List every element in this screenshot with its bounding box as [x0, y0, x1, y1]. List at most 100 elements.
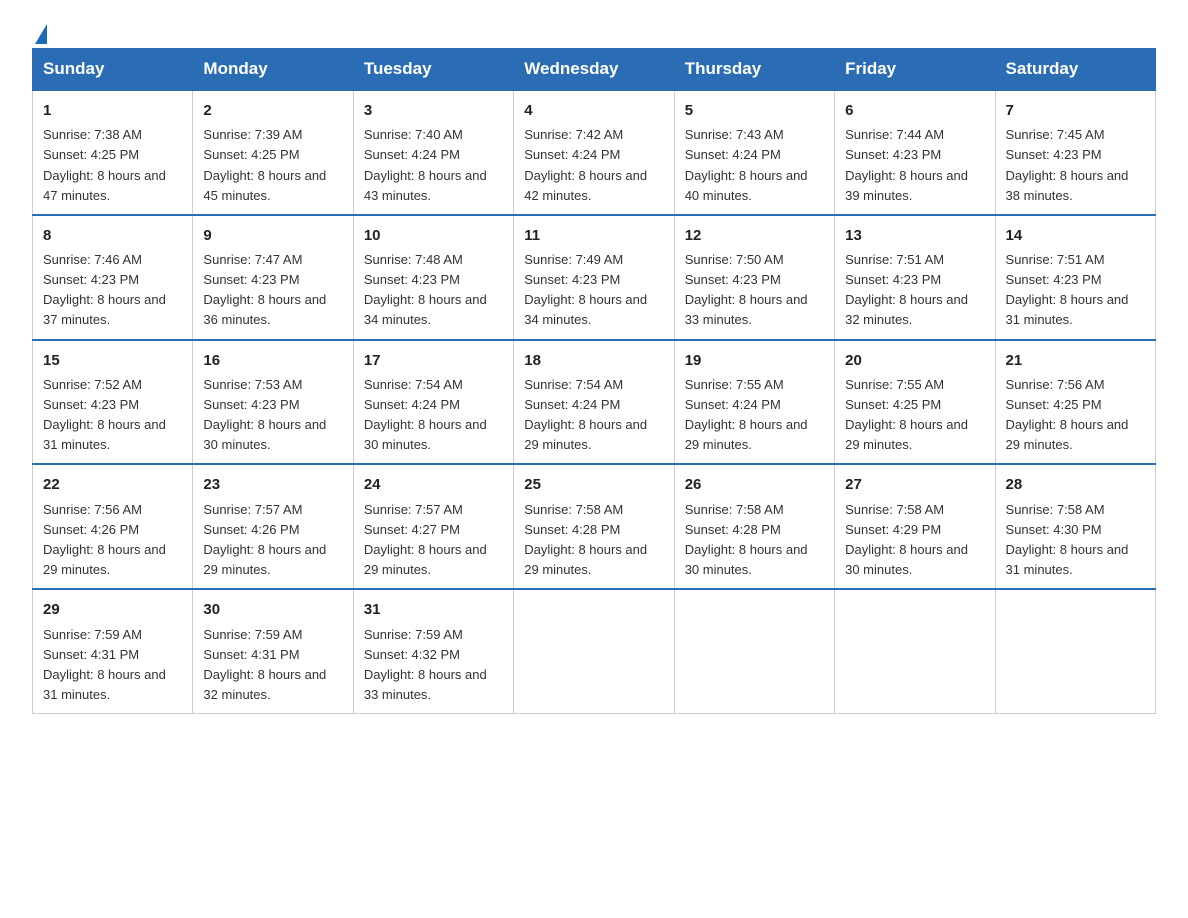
- calendar-header: SundayMondayTuesdayWednesdayThursdayFrid…: [33, 49, 1156, 91]
- sunrise-14: Sunrise: 7:51 AM: [1006, 252, 1105, 267]
- sunrise-11: Sunrise: 7:49 AM: [524, 252, 623, 267]
- day-cell-content-6: 6Sunrise: 7:44 AMSunset: 4:23 PMDaylight…: [845, 99, 984, 206]
- day-number-30: 30: [203, 598, 342, 621]
- daylight-20: Daylight: 8 hours and 29 minutes.: [845, 417, 968, 452]
- sunrise-10: Sunrise: 7:48 AM: [364, 252, 463, 267]
- sunrise-25: Sunrise: 7:58 AM: [524, 502, 623, 517]
- day-cell-content-16: 16Sunrise: 7:53 AMSunset: 4:23 PMDayligh…: [203, 349, 342, 456]
- day-cell-content-14: 14Sunrise: 7:51 AMSunset: 4:23 PMDayligh…: [1006, 224, 1145, 331]
- sunset-15: Sunset: 4:23 PM: [43, 397, 139, 412]
- sunset-21: Sunset: 4:25 PM: [1006, 397, 1102, 412]
- calendar-day-24: 24Sunrise: 7:57 AMSunset: 4:27 PMDayligh…: [353, 464, 513, 589]
- calendar-day-30: 30Sunrise: 7:59 AMSunset: 4:31 PMDayligh…: [193, 589, 353, 713]
- daylight-4: Daylight: 8 hours and 42 minutes.: [524, 168, 647, 203]
- calendar-day-1: 1Sunrise: 7:38 AMSunset: 4:25 PMDaylight…: [33, 90, 193, 215]
- day-number-10: 10: [364, 224, 503, 247]
- day-cell-content-13: 13Sunrise: 7:51 AMSunset: 4:23 PMDayligh…: [845, 224, 984, 331]
- daylight-10: Daylight: 8 hours and 34 minutes.: [364, 292, 487, 327]
- daylight-9: Daylight: 8 hours and 36 minutes.: [203, 292, 326, 327]
- daylight-23: Daylight: 8 hours and 29 minutes.: [203, 542, 326, 577]
- calendar-day-14: 14Sunrise: 7:51 AMSunset: 4:23 PMDayligh…: [995, 215, 1155, 340]
- calendar-day-8: 8Sunrise: 7:46 AMSunset: 4:23 PMDaylight…: [33, 215, 193, 340]
- day-cell-content-22: 22Sunrise: 7:56 AMSunset: 4:26 PMDayligh…: [43, 473, 182, 580]
- sunrise-6: Sunrise: 7:44 AM: [845, 127, 944, 142]
- day-cell-content-29: 29Sunrise: 7:59 AMSunset: 4:31 PMDayligh…: [43, 598, 182, 705]
- empty-cell: [995, 589, 1155, 713]
- sunset-6: Sunset: 4:23 PM: [845, 147, 941, 162]
- day-number-13: 13: [845, 224, 984, 247]
- day-cell-content-17: 17Sunrise: 7:54 AMSunset: 4:24 PMDayligh…: [364, 349, 503, 456]
- calendar-day-3: 3Sunrise: 7:40 AMSunset: 4:24 PMDaylight…: [353, 90, 513, 215]
- sunrise-30: Sunrise: 7:59 AM: [203, 627, 302, 642]
- day-cell-content-2: 2Sunrise: 7:39 AMSunset: 4:25 PMDaylight…: [203, 99, 342, 206]
- sunset-14: Sunset: 4:23 PM: [1006, 272, 1102, 287]
- sunrise-1: Sunrise: 7:38 AM: [43, 127, 142, 142]
- calendar-day-17: 17Sunrise: 7:54 AMSunset: 4:24 PMDayligh…: [353, 340, 513, 465]
- day-cell-content-23: 23Sunrise: 7:57 AMSunset: 4:26 PMDayligh…: [203, 473, 342, 580]
- sunrise-29: Sunrise: 7:59 AM: [43, 627, 142, 642]
- sunrise-3: Sunrise: 7:40 AM: [364, 127, 463, 142]
- sunset-23: Sunset: 4:26 PM: [203, 522, 299, 537]
- logo-triangle-icon: [35, 24, 47, 44]
- day-number-24: 24: [364, 473, 503, 496]
- day-cell-content-30: 30Sunrise: 7:59 AMSunset: 4:31 PMDayligh…: [203, 598, 342, 705]
- day-number-26: 26: [685, 473, 824, 496]
- sunrise-5: Sunrise: 7:43 AM: [685, 127, 784, 142]
- calendar-day-6: 6Sunrise: 7:44 AMSunset: 4:23 PMDaylight…: [835, 90, 995, 215]
- calendar-day-5: 5Sunrise: 7:43 AMSunset: 4:24 PMDaylight…: [674, 90, 834, 215]
- daylight-27: Daylight: 8 hours and 30 minutes.: [845, 542, 968, 577]
- day-number-7: 7: [1006, 99, 1145, 122]
- daylight-25: Daylight: 8 hours and 29 minutes.: [524, 542, 647, 577]
- day-number-31: 31: [364, 598, 503, 621]
- day-cell-content-21: 21Sunrise: 7:56 AMSunset: 4:25 PMDayligh…: [1006, 349, 1145, 456]
- calendar-day-26: 26Sunrise: 7:58 AMSunset: 4:28 PMDayligh…: [674, 464, 834, 589]
- day-cell-content-5: 5Sunrise: 7:43 AMSunset: 4:24 PMDaylight…: [685, 99, 824, 206]
- day-number-28: 28: [1006, 473, 1145, 496]
- daylight-30: Daylight: 8 hours and 32 minutes.: [203, 667, 326, 702]
- sunset-8: Sunset: 4:23 PM: [43, 272, 139, 287]
- day-number-27: 27: [845, 473, 984, 496]
- calendar-day-27: 27Sunrise: 7:58 AMSunset: 4:29 PMDayligh…: [835, 464, 995, 589]
- weekday-header-monday: Monday: [193, 49, 353, 91]
- daylight-26: Daylight: 8 hours and 30 minutes.: [685, 542, 808, 577]
- calendar-day-15: 15Sunrise: 7:52 AMSunset: 4:23 PMDayligh…: [33, 340, 193, 465]
- day-cell-content-10: 10 Sunrise: 7:48 AM Sunset: 4:23 PM Dayligh…: [364, 224, 503, 331]
- day-cell-content-4: 4Sunrise: 7:42 AMSunset: 4:24 PMDaylight…: [524, 99, 663, 206]
- sunset-31: Sunset: 4:32 PM: [364, 647, 460, 662]
- calendar-day-20: 20Sunrise: 7:55 AMSunset: 4:25 PMDayligh…: [835, 340, 995, 465]
- calendar-day-7: 7Sunrise: 7:45 AMSunset: 4:23 PMDaylight…: [995, 90, 1155, 215]
- calendar-day-2: 2Sunrise: 7:39 AMSunset: 4:25 PMDaylight…: [193, 90, 353, 215]
- calendar-day-10: 10 Sunrise: 7:48 AM Sunset: 4:23 PM Dayligh…: [353, 215, 513, 340]
- sunrise-21: Sunrise: 7:56 AM: [1006, 377, 1105, 392]
- sunset-9: Sunset: 4:23 PM: [203, 272, 299, 287]
- calendar-day-18: 18Sunrise: 7:54 AMSunset: 4:24 PMDayligh…: [514, 340, 674, 465]
- calendar-day-11: 11Sunrise: 7:49 AMSunset: 4:23 PMDayligh…: [514, 215, 674, 340]
- weekday-header-saturday: Saturday: [995, 49, 1155, 91]
- day-cell-content-28: 28Sunrise: 7:58 AMSunset: 4:30 PMDayligh…: [1006, 473, 1145, 580]
- logo: [32, 24, 47, 36]
- sunrise-7: Sunrise: 7:45 AM: [1006, 127, 1105, 142]
- day-number-19: 19: [685, 349, 824, 372]
- day-number-12: 12: [685, 224, 824, 247]
- day-cell-content-27: 27Sunrise: 7:58 AMSunset: 4:29 PMDayligh…: [845, 473, 984, 580]
- daylight-7: Daylight: 8 hours and 38 minutes.: [1006, 168, 1129, 203]
- sunset-27: Sunset: 4:29 PM: [845, 522, 941, 537]
- sunset-10: Sunset: 4:23 PM: [364, 272, 460, 287]
- daylight-19: Daylight: 8 hours and 29 minutes.: [685, 417, 808, 452]
- calendar-day-25: 25Sunrise: 7:58 AMSunset: 4:28 PMDayligh…: [514, 464, 674, 589]
- sunrise-12: Sunrise: 7:50 AM: [685, 252, 784, 267]
- sunset-24: Sunset: 4:27 PM: [364, 522, 460, 537]
- sunset-26: Sunset: 4:28 PM: [685, 522, 781, 537]
- calendar-table: SundayMondayTuesdayWednesdayThursdayFrid…: [32, 48, 1156, 714]
- weekday-header-row: SundayMondayTuesdayWednesdayThursdayFrid…: [33, 49, 1156, 91]
- sunrise-9: Sunrise: 7:47 AM: [203, 252, 302, 267]
- day-number-11: 11: [524, 224, 663, 247]
- sunrise-17: Sunrise: 7:54 AM: [364, 377, 463, 392]
- weekday-header-wednesday: Wednesday: [514, 49, 674, 91]
- sunset-12: Sunset: 4:23 PM: [685, 272, 781, 287]
- sunset-28: Sunset: 4:30 PM: [1006, 522, 1102, 537]
- sunset-3: Sunset: 4:24 PM: [364, 147, 460, 162]
- sunrise-4: Sunrise: 7:42 AM: [524, 127, 623, 142]
- sunset-13: Sunset: 4:23 PM: [845, 272, 941, 287]
- calendar-day-22: 22Sunrise: 7:56 AMSunset: 4:26 PMDayligh…: [33, 464, 193, 589]
